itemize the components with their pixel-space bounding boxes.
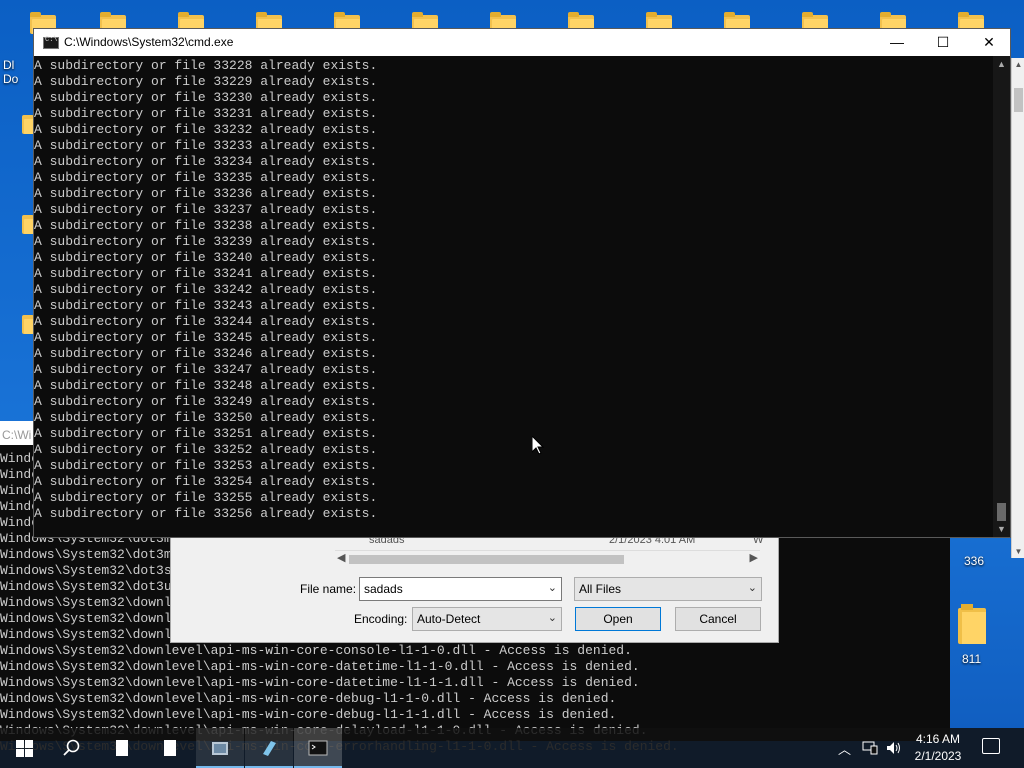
cancel-button[interactable]: Cancel	[675, 607, 761, 631]
encoding-label: Encoding:	[354, 612, 408, 626]
console-line: A subdirectory or file 33245 already exi…	[34, 330, 378, 345]
console-line: A subdirectory or file 33253 already exi…	[34, 458, 378, 473]
console-line: A subdirectory or file 33247 already exi…	[34, 362, 378, 377]
taskbar: ︿ 4:16 AM 2/1/2023	[0, 728, 1024, 768]
scrollbar-thumb[interactable]	[349, 555, 624, 564]
horizontal-scrollbar[interactable]: ◀ ▶	[335, 550, 760, 567]
console-line: A subdirectory or file 33246 already exi…	[34, 346, 378, 361]
console-line: A subdirectory or file 33241 already exi…	[34, 266, 378, 281]
console-line: A subdirectory or file 33248 already exi…	[34, 378, 378, 393]
desktop-label: 811	[962, 652, 982, 666]
minimize-button[interactable]: —	[874, 29, 920, 56]
taskbar-app-cmd[interactable]	[294, 728, 342, 768]
console-line: Windows\System32\downlevel\api-ms-win-co…	[0, 659, 640, 674]
scroll-down-arrow-icon[interactable]: ▼	[1012, 547, 1024, 556]
chevron-down-icon[interactable]: ⌄	[548, 581, 557, 594]
terminal-icon	[308, 740, 328, 756]
open-button[interactable]: Open	[575, 607, 661, 631]
console-line: A subdirectory or file 33244 already exi…	[34, 314, 378, 329]
console-line: A subdirectory or file 33239 already exi…	[34, 234, 378, 249]
scrollbar-thumb[interactable]	[1014, 88, 1023, 112]
cmd-app-icon[interactable]	[43, 36, 59, 49]
console-line: A subdirectory or file 33240 already exi…	[34, 250, 378, 265]
console-line: A subdirectory or file 33249 already exi…	[34, 394, 378, 409]
cmd-window[interactable]: C:\Windows\System32\cmd.exe — ☐ ✕ A subd…	[33, 28, 1011, 538]
console-line: A subdirectory or file 33251 already exi…	[34, 426, 378, 441]
volume-icon[interactable]	[886, 741, 902, 755]
console-line: A subdirectory or file 33255 already exi…	[34, 490, 378, 505]
windows-logo-icon	[16, 740, 33, 757]
console-line: Windows\System32\downlevel\api-ms-win-co…	[0, 643, 632, 658]
taskbar-app-notepad-2[interactable]	[146, 728, 194, 768]
scroll-right-arrow-icon[interactable]: ▶	[750, 551, 758, 564]
console-line: A subdirectory or file 33238 already exi…	[34, 218, 378, 233]
scroll-up-arrow-icon[interactable]: ▲	[1012, 60, 1024, 69]
console-line: A subdirectory or file 33252 already exi…	[34, 442, 378, 457]
cmd-titlebar[interactable]: C:\Windows\System32\cmd.exe — ☐ ✕	[34, 29, 1010, 56]
taskbar-app-notepad[interactable]	[98, 728, 146, 768]
search-button[interactable]	[48, 728, 96, 768]
console-line: A subdirectory or file 33237 already exi…	[34, 202, 378, 217]
scroll-down-arrow-icon[interactable]: ▼	[993, 521, 1010, 537]
desktop-label: Dl	[3, 58, 15, 72]
console-line: Windows\System32\downlevel\api-ms-win-co…	[0, 675, 640, 690]
console-line: A subdirectory or file 33232 already exi…	[34, 122, 378, 137]
document-icon	[116, 740, 128, 756]
chevron-down-icon: ⌄	[747, 582, 757, 594]
open-file-dialog[interactable]: sadads 2/1/2023 4:01 AM W ◀ ▶ File name:…	[170, 533, 779, 643]
console-line: A subdirectory or file 33242 already exi…	[34, 282, 378, 297]
console-line: A subdirectory or file 33235 already exi…	[34, 170, 378, 185]
scroll-up-arrow-icon[interactable]: ▲	[993, 56, 1010, 72]
notification-icon[interactable]	[982, 738, 1000, 754]
taskbar-app-explorer[interactable]	[196, 728, 244, 768]
encoding-select[interactable]: Auto-Detect ⌄	[412, 607, 562, 631]
file-name-input[interactable]: sadads ⌄	[359, 577, 562, 601]
explorer-app-icon	[212, 742, 228, 755]
close-button[interactable]: ✕	[966, 29, 1012, 56]
console-line: A subdirectory or file 33231 already exi…	[34, 106, 378, 121]
console-line: A subdirectory or file 33250 already exi…	[34, 410, 378, 425]
notepad-app-icon	[263, 741, 276, 756]
taskbar-clock[interactable]: 4:16 AM 2/1/2023	[906, 731, 970, 765]
console-line: A subdirectory or file 33230 already exi…	[34, 90, 378, 105]
file-name-label: File name:	[300, 582, 357, 596]
file-name-value: sadads	[364, 582, 403, 596]
console-line: A subdirectory or file 33228 already exi…	[34, 58, 378, 73]
console-line: A subdirectory or file 33236 already exi…	[34, 186, 378, 201]
document-icon	[164, 740, 176, 756]
console-line: Windows\System32\downlevel\api-ms-win-co…	[0, 707, 617, 722]
scroll-left-arrow-icon[interactable]: ◀	[337, 551, 345, 564]
start-button[interactable]	[0, 728, 48, 768]
outer-vertical-scrollbar[interactable]: ▲ ▼	[1011, 58, 1024, 558]
folder-icon[interactable]	[958, 604, 988, 644]
chevron-up-icon[interactable]: ︿	[838, 739, 851, 758]
network-icon[interactable]	[862, 741, 878, 755]
file-type-select[interactable]: All Files ⌄	[574, 577, 762, 601]
console-line: A subdirectory or file 33233 already exi…	[34, 138, 378, 153]
maximize-button[interactable]: ☐	[920, 29, 966, 56]
file-type-value: All Files	[579, 582, 622, 596]
chevron-down-icon: ⌄	[547, 612, 557, 624]
console-line: A subdirectory or file 33254 already exi…	[34, 474, 378, 489]
system-tray: ︿	[836, 728, 906, 768]
console-line: A subdirectory or file 33256 already exi…	[34, 506, 378, 521]
console-line: A subdirectory or file 33234 already exi…	[34, 154, 378, 169]
scrollbar-thumb[interactable]	[997, 503, 1006, 521]
taskbar-app-notepad-active[interactable]	[245, 728, 293, 768]
desktop-label: 336	[964, 554, 985, 568]
console-scrollbar[interactable]: ▲ ▼	[993, 56, 1010, 537]
desktop-label: Do	[3, 72, 19, 86]
console-line: A subdirectory or file 33243 already exi…	[34, 298, 378, 313]
console-line: A subdirectory or file 33229 already exi…	[34, 74, 378, 89]
console-output[interactable]: A subdirectory or file 33228 already exi…	[34, 58, 994, 538]
window-title: C:\Windows\System32\cmd.exe	[64, 35, 234, 49]
search-icon	[63, 739, 80, 756]
clock-time: 4:16 AM	[915, 732, 961, 746]
encoding-value: Auto-Detect	[417, 612, 481, 626]
mouse-cursor-icon	[531, 434, 545, 455]
clock-date: 2/1/2023	[914, 749, 962, 763]
console-line: Windows\System32\downlevel\api-ms-win-co…	[0, 691, 617, 706]
